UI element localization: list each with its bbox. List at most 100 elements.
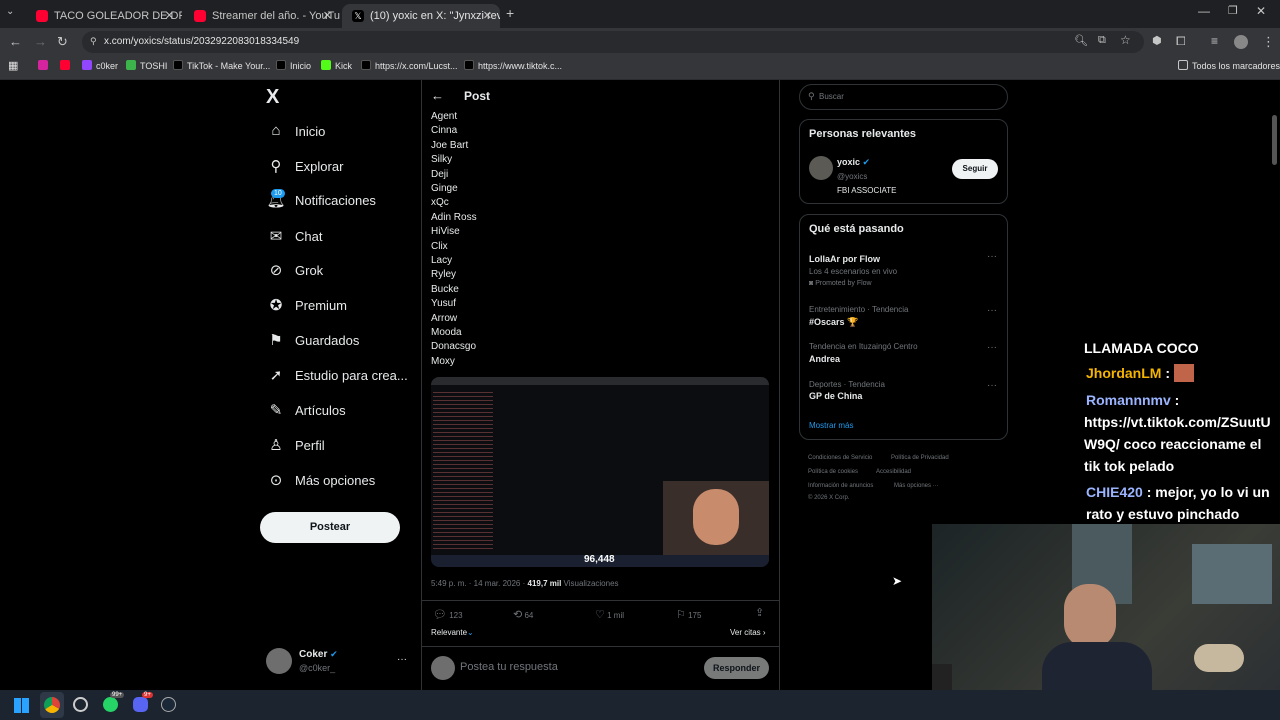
reload-icon[interactable]: ↻ bbox=[57, 34, 68, 50]
bookmark-toshi[interactable]: TOSHI bbox=[126, 60, 167, 71]
page-scrollbar[interactable] bbox=[1272, 115, 1277, 165]
back-arrow-icon[interactable]: ← bbox=[431, 88, 444, 103]
whatsapp-icon[interactable] bbox=[103, 697, 118, 712]
footer-link[interactable]: Política de cookies bbox=[808, 469, 858, 475]
search-input[interactable]: ⚲ Buscar bbox=[799, 84, 1008, 110]
post-text-line: Ginge bbox=[431, 183, 458, 194]
more-circle-icon: ⊙ bbox=[269, 472, 283, 489]
tab-search-icon[interactable]: ⌄ bbox=[6, 6, 14, 17]
more-icon[interactable]: ··· bbox=[987, 305, 997, 316]
bookmark-label: TikTok - Make Your... bbox=[187, 61, 271, 71]
repost-count: 64 bbox=[524, 611, 534, 620]
discord-icon[interactable] bbox=[133, 697, 148, 712]
nav-label: Explorar bbox=[295, 159, 344, 174]
footer-link[interactable]: Condiciones de Servicio bbox=[808, 455, 872, 461]
new-tab-button[interactable]: + bbox=[506, 5, 514, 21]
trend-title[interactable]: #Oscars 🏆 bbox=[809, 317, 858, 328]
show-more-link[interactable]: Mostrar más bbox=[809, 421, 853, 430]
minimize-icon[interactable]: — bbox=[1198, 4, 1210, 18]
share-icon[interactable]: ⇪ bbox=[755, 606, 764, 619]
windows-start-icon[interactable] bbox=[14, 698, 29, 713]
chat-username: CHIE420 bbox=[1086, 484, 1143, 500]
footer-link[interactable]: Más opciones ··· bbox=[894, 483, 939, 489]
obs-icon[interactable] bbox=[73, 697, 88, 712]
follow-button[interactable]: Seguir bbox=[952, 159, 998, 179]
menu-icon[interactable]: ⋮ bbox=[1262, 34, 1275, 50]
person-name[interactable]: yoxic ✔ bbox=[837, 157, 870, 168]
bookmark-inicio[interactable]: Inicio bbox=[276, 60, 311, 71]
search-icon: ⚲ bbox=[808, 91, 815, 101]
sort-dropdown[interactable]: Relevante⌄ bbox=[431, 628, 474, 637]
account-name[interactable]: Coker ✔ bbox=[299, 649, 338, 660]
extensions-icon[interactable]: ⧠ bbox=[1176, 34, 1186, 49]
instagram-icon bbox=[38, 60, 48, 70]
repost-action[interactable]: ⟲ 64 bbox=[513, 608, 533, 621]
x-icon bbox=[276, 60, 286, 70]
footer-link[interactable]: Política de Privacidad bbox=[891, 455, 949, 461]
browser-tab-3[interactable]: 𝕏 (10) yoxic en X: "Jynxzi reve ✕ bbox=[342, 4, 500, 28]
browser-tab-1[interactable]: TACO GOLEADOR DE DRIUSS! Y ✕ bbox=[26, 4, 182, 28]
account-more-icon[interactable]: ··· bbox=[397, 654, 407, 665]
bookmark-action[interactable]: ⚐ 175 bbox=[676, 608, 701, 621]
more-icon[interactable]: ··· bbox=[987, 342, 997, 353]
zoom-icon[interactable]: 🔍︎ bbox=[1074, 34, 1088, 47]
profile-avatar[interactable] bbox=[1234, 35, 1248, 49]
like-action[interactable]: ♡ 1 mil bbox=[595, 608, 624, 621]
footer-link[interactable]: Accesibilidad bbox=[876, 469, 911, 475]
close-tab-icon[interactable]: ✕ bbox=[323, 9, 332, 22]
bookmark-kick[interactable]: Kick bbox=[321, 60, 352, 71]
post-button[interactable]: Postear bbox=[260, 512, 400, 543]
bookmark-x-lucst[interactable]: https://x.com/Lucst... bbox=[361, 60, 458, 71]
reply-action[interactable]: 💬︎ 123 bbox=[433, 608, 463, 621]
restore-icon[interactable]: ❐ bbox=[1228, 4, 1238, 17]
site-info-icon[interactable]: ⚲ bbox=[90, 36, 97, 47]
install-icon[interactable]: ⧉ bbox=[1098, 34, 1106, 47]
post-text-line: Ryley bbox=[431, 269, 457, 281]
bookmark-c0ker[interactable]: c0ker bbox=[82, 60, 118, 71]
more-icon[interactable]: ··· bbox=[987, 380, 997, 391]
steam-icon[interactable] bbox=[161, 697, 176, 712]
instagram-bookmark[interactable] bbox=[38, 60, 52, 71]
extension-shield-icon[interactable]: ⬢ bbox=[1152, 34, 1162, 47]
x-logo-icon[interactable]: X bbox=[266, 86, 279, 109]
close-tab-icon[interactable]: ✕ bbox=[483, 9, 492, 22]
account-name-text: Coker bbox=[299, 649, 328, 660]
more-icon[interactable]: ··· bbox=[987, 251, 997, 262]
browser-tab-2[interactable]: Streamer del año. - YouTube ✕ bbox=[184, 4, 340, 28]
trend-title[interactable]: LollaAr por Flow bbox=[809, 254, 880, 264]
x-icon: 𝕏 bbox=[352, 10, 364, 22]
trend-title[interactable]: Andrea bbox=[809, 354, 840, 364]
reply-button[interactable]: Responder bbox=[704, 657, 769, 679]
post-timestamp[interactable]: 5:49 p. m. · 14 mar. 2026 · bbox=[431, 579, 528, 588]
person-avatar[interactable] bbox=[809, 156, 833, 180]
youtube-bookmark[interactable] bbox=[60, 60, 74, 71]
apps-icon[interactable]: ▦ bbox=[8, 59, 18, 72]
trend-title[interactable]: GP de China bbox=[809, 391, 862, 401]
all-bookmarks[interactable]: Todos los marcadores bbox=[1178, 60, 1280, 71]
verified-icon: ✔ bbox=[862, 157, 871, 167]
account-avatar[interactable] bbox=[266, 648, 292, 674]
chrome-taskbar-button[interactable] bbox=[40, 692, 64, 718]
media-icon[interactable]: ≡ bbox=[1211, 34, 1218, 48]
chat-message-text: https://vt.tiktok.com/ZSuutU W9Q/ coco r… bbox=[1084, 414, 1271, 474]
chat-message: LLAMADA COCO bbox=[1084, 340, 1199, 356]
chevron-down-icon: ⌄ bbox=[467, 628, 474, 637]
quotes-link[interactable]: Ver citas › bbox=[730, 628, 766, 637]
forward-icon[interactable]: → bbox=[34, 34, 47, 49]
url-field[interactable]: ⚲ x.com/yoxics/status/203292208301833454… bbox=[82, 31, 1144, 53]
close-tab-icon[interactable]: ✕ bbox=[165, 9, 174, 22]
bookmark-tiktok[interactable]: TikTok - Make Your... bbox=[173, 60, 270, 71]
back-icon[interactable]: ← bbox=[9, 34, 22, 49]
reply-input[interactable]: Postea tu respuesta bbox=[460, 661, 558, 673]
reply-icon: 💬︎ bbox=[433, 609, 447, 621]
whatsapp-badge: 99+ bbox=[110, 692, 125, 698]
footer-link[interactable]: Información de anuncios bbox=[808, 483, 873, 489]
sort-label: Relevante bbox=[431, 628, 468, 637]
post-text-line: Donacsgo bbox=[431, 341, 477, 353]
bookmark-tiktok-url[interactable]: https://www.tiktok.c... bbox=[464, 60, 562, 71]
account-handle: @c0ker_ bbox=[299, 663, 336, 673]
nav-label: Artículos bbox=[295, 403, 346, 418]
star-icon[interactable]: ☆ bbox=[1120, 33, 1131, 47]
close-window-icon[interactable]: ✕ bbox=[1256, 4, 1266, 18]
post-video[interactable]: 96,448 bbox=[431, 377, 769, 567]
